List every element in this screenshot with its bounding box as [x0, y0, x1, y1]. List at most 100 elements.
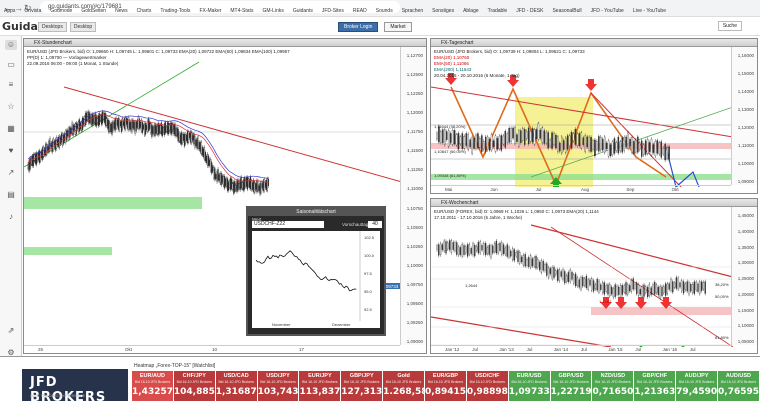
candle: [484, 243, 487, 256]
symbol-input[interactable]: USDCHF-Z22: [252, 221, 324, 228]
candle: [652, 284, 654, 294]
share-icon[interactable]: ⇗: [5, 326, 17, 336]
candle: [241, 182, 243, 189]
monitor-icon[interactable]: ▭: [5, 60, 17, 70]
heatmap-cell[interactable]: Gold Bid 16-10 JFD Brokers 1.268,58: [383, 371, 426, 401]
daily-chart-panel[interactable]: FX-Tageschart EUR/USD (JFD Brokers, bid)…: [430, 38, 758, 194]
heatmap-symbol: EUR/AUD: [139, 373, 165, 379]
bookmark-item[interactable]: JFD-Sites: [322, 8, 344, 17]
daily-chart-title: FX-Tageschart: [431, 39, 757, 47]
daily-price-chart[interactable]: [431, 47, 733, 187]
heatmap-cell[interactable]: USD/CAD Bid 16-10 JFD Brokers 1,31687: [215, 371, 258, 401]
bookmark-item[interactable]: FX-Maker: [199, 8, 221, 17]
candle: [263, 179, 265, 191]
candle: [511, 248, 514, 261]
y-tick-label: 1,12250: [406, 91, 423, 97]
candle: [700, 281, 703, 291]
heatmap-cell[interactable]: EUR/JPYBid 16-10 JFD Brokers 113,83700: [299, 371, 342, 401]
y-tick-label: 1,09000: [737, 179, 754, 184]
bookmark-item[interactable]: Godmode: [50, 8, 72, 17]
candle: [71, 122, 73, 135]
candle: [494, 135, 497, 152]
candle: [197, 136, 199, 149]
heatmap-cell[interactable]: CHF/JPYBid 16-10 JFD Brokers 104,88500: [173, 371, 216, 401]
heatmap-cell[interactable]: EUR/GBP Bid 16-10 JFD Brokers 0,89415: [425, 371, 467, 401]
heatmap-cell[interactable]: AUD/USD Bid 16-10 JFD Brokers 0,76595: [718, 371, 760, 401]
avatar[interactable]: ☺: [5, 40, 17, 50]
weekly-info-line: EUR/USD (FOREX, bid) O: 1,0969 H: 1,1026…: [434, 209, 599, 214]
bookmark-item[interactable]: JFD - YouTube: [591, 8, 624, 17]
search-button[interactable]: Suche: [717, 21, 742, 31]
candle: [162, 127, 165, 133]
bars-icon[interactable]: ▤: [5, 190, 17, 200]
market-button[interactable]: Market: [384, 22, 412, 32]
list-icon[interactable]: ≡: [5, 80, 17, 90]
candle: [578, 133, 581, 146]
bookmark-item[interactable]: Ablage: [463, 8, 479, 17]
bookmark-item[interactable]: Onvista: [24, 8, 41, 17]
y-tick-label: 1,15000: [737, 71, 754, 76]
seasonality-title[interactable]: Saisonalitätschart: [248, 208, 384, 216]
heatmap-cell[interactable]: USD/JPYBid 16-10 JFD Brokers 103,74300: [257, 371, 300, 401]
heatmap-cell[interactable]: GBP/CHF Bid 16-10 JFD Brokers 1,21363: [634, 371, 677, 401]
star-icon[interactable]: ☆: [5, 102, 17, 112]
bookmark-item[interactable]: JFD - DESK: [516, 8, 543, 17]
heatmap-cell[interactable]: GBP/JPYBid 16-10 JFD Brokers 127,31300: [341, 371, 384, 401]
heatmap-cell[interactable]: EUR/AUD Bid 16-10 JFD Brokers 1,43257: [132, 371, 174, 401]
heatmap-value: 1,43257: [132, 387, 173, 397]
bookmark-item[interactable]: Apps: [4, 8, 15, 17]
heatmap-cell[interactable]: GBP/USD Bid 16-10 JFD Brokers 1,22719: [550, 371, 593, 401]
candle: [492, 140, 495, 147]
bookmark-item[interactable]: Guidants: [293, 8, 313, 17]
heatmap-cell[interactable]: NZD/USD Bid 16-10 JFD Brokers 0,71650: [592, 371, 635, 401]
heart-icon[interactable]: ♥: [5, 146, 17, 156]
bookmark-item[interactable]: GoldSeiten: [81, 8, 106, 17]
bookmark-item[interactable]: News: [115, 8, 128, 17]
heatmap-value: 113,83700: [299, 387, 341, 397]
heatmap-symbol: USD/CAD: [223, 373, 249, 379]
bookmark-item[interactable]: READ: [353, 8, 367, 17]
grid-icon[interactable]: ▦: [5, 124, 17, 134]
broker-login-button[interactable]: Broker Login: [338, 22, 379, 32]
bell-icon[interactable]: ♪: [5, 212, 17, 222]
bookmark-item[interactable]: Trading-Tools: [160, 8, 190, 17]
desktops-button[interactable]: Desktops: [38, 22, 67, 32]
heatmap-cell[interactable]: EUR/USD Bid 16-10 JFD Brokers 1,09733: [508, 371, 551, 401]
heatmap-source: Bid 16-10 JFD Brokers: [176, 380, 212, 384]
candle: [34, 154, 36, 164]
bookmark-item[interactable]: GM-Links: [262, 8, 283, 17]
candle: [134, 121, 136, 134]
candle: [531, 258, 534, 267]
desktop-button[interactable]: Desktop: [69, 22, 97, 32]
x-tick-label: November: [272, 322, 291, 327]
candle: [150, 123, 152, 134]
broker-banner[interactable]: JFD BROKERS GIVE TRADING EXPERIENCE: [22, 369, 128, 405]
candle: [227, 181, 230, 191]
heatmap-cell[interactable]: USD/CHF Bid 16-10 JFD Brokers 0,98898: [466, 371, 509, 401]
weekly-price-chart[interactable]: [431, 207, 733, 347]
bookmark-item[interactable]: Sprachen: [402, 8, 423, 17]
support-zone: [24, 197, 202, 209]
bookmark-item[interactable]: Tradable: [488, 8, 508, 17]
hourly-chart-title: FX-Stundenchart: [24, 39, 426, 47]
candle: [148, 118, 150, 131]
bookmark-item[interactable]: SeasonalBull: [552, 8, 581, 17]
candle: [492, 245, 494, 254]
heatmap-cell[interactable]: AUD/JPYBid 16-10 JFD Brokers 79,45900: [676, 371, 719, 401]
candle: [601, 282, 604, 293]
bookmark-item[interactable]: Sonstiges: [432, 8, 454, 17]
seasonality-window[interactable]: Saisonalitätschart Wert USDCHF-Z22 Vorsc…: [246, 206, 386, 336]
bookmark-item[interactable]: Live - YouTube: [633, 8, 666, 17]
bookmark-item[interactable]: Charts: [137, 8, 152, 17]
chart-icon[interactable]: ↗: [5, 168, 17, 178]
candle: [672, 281, 674, 293]
candle: [110, 124, 112, 133]
qty-input[interactable]: 40: [368, 221, 382, 228]
candle: [246, 177, 249, 190]
bookmark-item[interactable]: MT4-Stats: [230, 8, 253, 17]
weekly-chart-panel[interactable]: FX-Wochenchart EUR/USD (FOREX, bid) O: 1…: [430, 198, 758, 354]
bookmark-item[interactable]: Sounds: [376, 8, 393, 17]
y-tick-label: 1,11250: [407, 167, 423, 173]
projection-line: [665, 146, 700, 187]
candle: [637, 136, 639, 153]
